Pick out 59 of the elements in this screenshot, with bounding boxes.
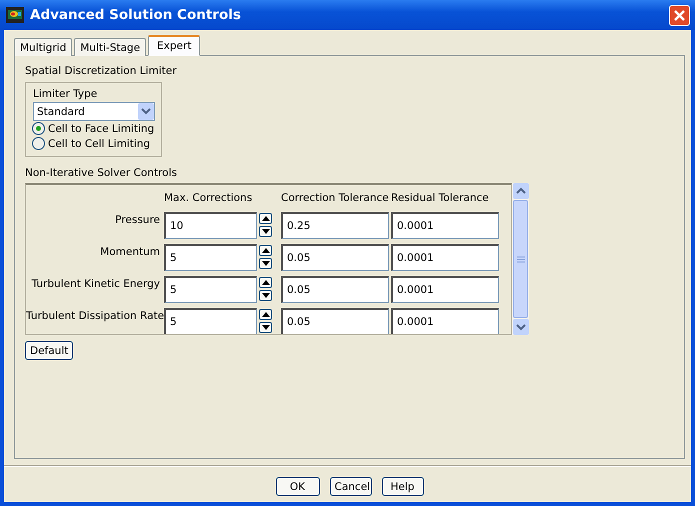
- row-label: Turbulent Kinetic Energy: [30, 277, 161, 290]
- close-icon: [673, 8, 686, 22]
- down-arrow-icon: [262, 325, 270, 330]
- column-header: Max. Corrections: [164, 192, 254, 206]
- up-arrow-icon: [262, 216, 270, 221]
- scrollbar[interactable]: [512, 183, 529, 335]
- input-field[interactable]: 0.05: [281, 308, 389, 334]
- app-icon: [6, 7, 24, 23]
- column-header: Correction Tolerance: [281, 192, 389, 206]
- input-field[interactable]: 0.05: [281, 244, 389, 271]
- input-field[interactable]: 5: [164, 308, 257, 334]
- dialog-button[interactable]: Help: [382, 477, 424, 496]
- input-field[interactable]: 0.25: [281, 212, 389, 239]
- input-field[interactable]: 5: [164, 244, 257, 271]
- group-label: Non-Iterative Solver Controls: [25, 167, 178, 181]
- radio-label: Cell to Cell Limiting: [48, 138, 150, 150]
- grip-icon: [516, 256, 524, 262]
- input-field[interactable]: 0.0001: [391, 244, 499, 271]
- default-button[interactable]: Default: [25, 341, 74, 360]
- up-arrow-icon: [262, 312, 270, 317]
- tab[interactable]: Multigrid: [14, 38, 72, 56]
- spin-down-button[interactable]: [259, 290, 272, 301]
- down-arrow-icon: [262, 229, 270, 234]
- spin-down-button[interactable]: [259, 226, 272, 237]
- up-arrow-icon: [262, 280, 270, 285]
- column-header: Residual Tolerance: [391, 192, 490, 206]
- tab[interactable]: Multi-Stage: [74, 38, 146, 56]
- close-button[interactable]: [669, 4, 690, 26]
- spin-down-button[interactable]: [259, 258, 272, 269]
- radio-button[interactable]: [32, 122, 45, 135]
- radio-button[interactable]: [32, 137, 45, 150]
- row-label: Turbulent Dissipation Rate: [26, 309, 162, 322]
- scroll-down-button[interactable]: [512, 319, 528, 335]
- up-arrow-icon: [262, 248, 270, 253]
- field-label: Limiter Type: [33, 88, 98, 100]
- input-field[interactable]: 0.05: [281, 276, 389, 303]
- spin-up-button[interactable]: [259, 277, 272, 288]
- row-label: Momentum: [99, 245, 161, 258]
- down-arrow-icon: [262, 261, 270, 266]
- input-field[interactable]: 10: [164, 212, 257, 239]
- row-label: Pressure: [114, 213, 161, 226]
- group-label: Spatial Discretization Limiter: [25, 65, 178, 79]
- spin-up-button[interactable]: [259, 245, 272, 256]
- scrollbar-thumb[interactable]: [513, 200, 528, 318]
- dialog-button[interactable]: OK: [276, 477, 320, 496]
- spin-up-button[interactable]: [259, 309, 272, 320]
- dialog-button[interactable]: Cancel: [330, 477, 372, 496]
- scroll-up-button[interactable]: [512, 183, 528, 199]
- input-field[interactable]: 5: [164, 276, 257, 303]
- down-arrow-icon: [262, 293, 270, 298]
- spin-down-button[interactable]: [259, 322, 272, 333]
- limiter-type-dropdown[interactable]: Standard: [33, 102, 155, 121]
- input-field[interactable]: 0.0001: [391, 308, 499, 334]
- spin-up-button[interactable]: [259, 213, 272, 224]
- radio-label: Cell to Face Limiting: [48, 122, 154, 134]
- input-field[interactable]: 0.0001: [391, 276, 499, 303]
- window-title: Advanced Solution Controls: [30, 7, 242, 23]
- input-field[interactable]: 0.0001: [391, 212, 499, 239]
- tab[interactable]: Expert: [148, 35, 200, 56]
